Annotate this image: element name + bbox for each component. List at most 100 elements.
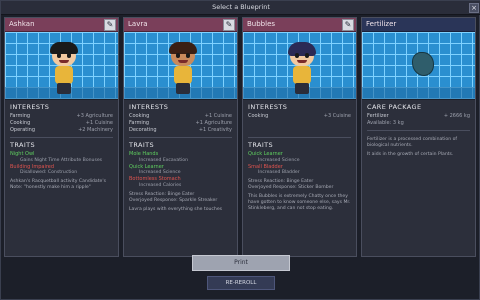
avatar-eye (186, 53, 190, 58)
traits-section: TRAITS Mole Hands Increased Excavation Q… (124, 138, 237, 213)
interests-heading: INTERESTS (10, 103, 50, 111)
overjoyed-response: Overjoyed Response: Sparkle Streaker (129, 197, 218, 203)
care-label: Fertilizer (367, 113, 389, 119)
dupe-name[interactable]: Bubbles (247, 20, 275, 28)
card-header: Fertilizer (362, 18, 475, 32)
avatar-body (174, 66, 192, 84)
interest-label: Cooking (10, 120, 31, 126)
avatar-mouth (297, 60, 307, 63)
care-package-name: Fertilizer (366, 20, 397, 28)
care-package-heading: CARE PACKAGE (367, 103, 422, 111)
dupe-note: Ashkan's Racquetball activity Candidate'… (10, 179, 107, 190)
close-icon[interactable]: × (469, 3, 479, 13)
care-package-portrait (362, 32, 475, 100)
care-row: Available: 3 kg (367, 120, 470, 127)
interest-label: Farming (129, 120, 150, 126)
avatar-eye (176, 53, 180, 58)
interest-label: Operating (10, 127, 35, 133)
interest-row: Cooking +1 Cuisine (10, 120, 113, 127)
interest-value: +3 Cuisine (323, 113, 351, 119)
interest-value: +1 Cuisine (85, 120, 113, 126)
interest-row: Farming +1 Agriculture (129, 120, 232, 127)
avatar-eye (67, 53, 71, 58)
interest-row: Cooking +3 Cuisine (248, 113, 351, 120)
care-description-line: It aids in the growth of certain Plants. (367, 152, 454, 157)
interest-value: +1 Agriculture (195, 120, 232, 126)
print-button[interactable]: Print (192, 255, 290, 271)
title-bar: Select a Blueprint × (1, 1, 480, 15)
dupe-note: This Bubbles is extremely Chatty once th… (248, 194, 351, 211)
edit-name-icon[interactable]: ✎ (104, 19, 116, 31)
reroll-button[interactable]: RE-REROLL (207, 276, 275, 290)
care-package-card[interactable]: Fertilizer CARE PACKAGE Fertilizer + 2666… (361, 17, 476, 257)
interest-label: Cooking (248, 113, 269, 119)
card-header: Lavra ✎ (124, 18, 237, 32)
window-title: Select a Blueprint (212, 3, 270, 11)
care-value: + 2666 kg (443, 113, 470, 119)
avatar-hair (169, 42, 197, 54)
blueprint-window: Select a Blueprint × Ashkan ✎ INTERESTS … (0, 0, 480, 300)
edit-name-icon[interactable]: ✎ (223, 19, 235, 31)
avatar-hair (50, 42, 78, 54)
interest-label: Cooking (129, 113, 150, 119)
interest-value: +1 Cuisine (204, 113, 232, 119)
interest-row: Operating +2 Machinery (10, 127, 113, 134)
care-description: Fertilizer is a processed combination of… (362, 131, 475, 158)
interests-section: INTERESTS Farming +3 Agriculture Cooking +… (5, 100, 118, 134)
interest-value: +3 Agriculture (76, 113, 113, 119)
dupe-name[interactable]: Ashkan (9, 20, 35, 28)
avatar-eye (295, 53, 299, 58)
duplicant-avatar (47, 42, 81, 96)
interest-value: +1 Creativity (198, 127, 232, 133)
avatar-body (55, 66, 73, 84)
dupe-card-2[interactable]: Lavra ✎ INTERESTS Cooking +1 Cuisine Farm… (123, 17, 238, 257)
avatar-eye (57, 53, 61, 58)
portrait-floor (362, 87, 475, 99)
interest-value: +2 Machinery (78, 127, 113, 133)
interests-heading: INTERESTS (248, 103, 288, 111)
traits-section: TRAITS Night Owl Gains Night Time Attrib… (5, 138, 118, 191)
edit-name-icon[interactable]: ✎ (342, 19, 354, 31)
trait-effect: Disallowed: Construction (20, 170, 78, 175)
interest-row: Decorating +1 Creativity (129, 127, 232, 134)
avatar-legs (176, 83, 190, 94)
traits-heading: TRAITS (10, 141, 36, 149)
interests-heading: INTERESTS (129, 103, 169, 111)
card-header: Bubbles ✎ (243, 18, 356, 32)
avatar-body (293, 66, 311, 84)
care-label: Available: 3 kg (367, 120, 404, 126)
trait-effect: Increased Bladder (258, 170, 300, 175)
trait-effect: Gains Night Time Attribute Bonuses (20, 157, 103, 163)
card-header: Ashkan ✎ (5, 18, 118, 32)
dupe-note: Lavra plays with everything she touches (129, 206, 223, 212)
dupe-portrait (243, 32, 356, 100)
traits-section: TRAITS Quick Learner Increased Science S… (243, 138, 356, 212)
care-row: Fertilizer + 2666 kg (367, 113, 470, 120)
interests-section: INTERESTS Cooking +1 Cuisine Farming +1 Ag… (124, 100, 237, 134)
dupe-card-3[interactable]: Bubbles ✎ INTERESTS Cooking +3 Cuisine TR… (242, 17, 357, 257)
dupe-portrait (124, 32, 237, 100)
dupe-name[interactable]: Lavra (128, 20, 148, 28)
fertilizer-item-icon (412, 52, 434, 76)
avatar-hair (288, 42, 316, 56)
care-description-line: Fertilizer is a processed combination of… (367, 137, 457, 148)
duplicant-avatar (166, 42, 200, 96)
interest-row: Farming +3 Agriculture (10, 113, 113, 120)
care-package-section: CARE PACKAGE Fertilizer + 2666 kg Availab… (362, 100, 475, 127)
avatar-legs (57, 83, 71, 94)
traits-heading: TRAITS (248, 141, 274, 149)
avatar-legs (295, 83, 309, 94)
avatar-eye (305, 53, 309, 58)
duplicant-avatar (285, 42, 319, 96)
interest-label: Farming (10, 113, 31, 119)
interests-section: INTERESTS Cooking +3 Cuisine (243, 100, 356, 120)
interest-row: Cooking +1 Cuisine (129, 113, 232, 120)
dupe-card-1[interactable]: Ashkan ✎ INTERESTS Farming +3 Agriculture… (4, 17, 119, 257)
avatar-mouth (59, 60, 69, 63)
interest-label: Decorating (129, 127, 157, 133)
avatar-mouth (178, 60, 188, 63)
trait-effect: Increased Calories (139, 182, 182, 188)
overjoyed-response: Overjoyed Response: Sticker Bomber (248, 185, 334, 190)
dupe-portrait (5, 32, 118, 100)
traits-heading: TRAITS (129, 141, 155, 149)
